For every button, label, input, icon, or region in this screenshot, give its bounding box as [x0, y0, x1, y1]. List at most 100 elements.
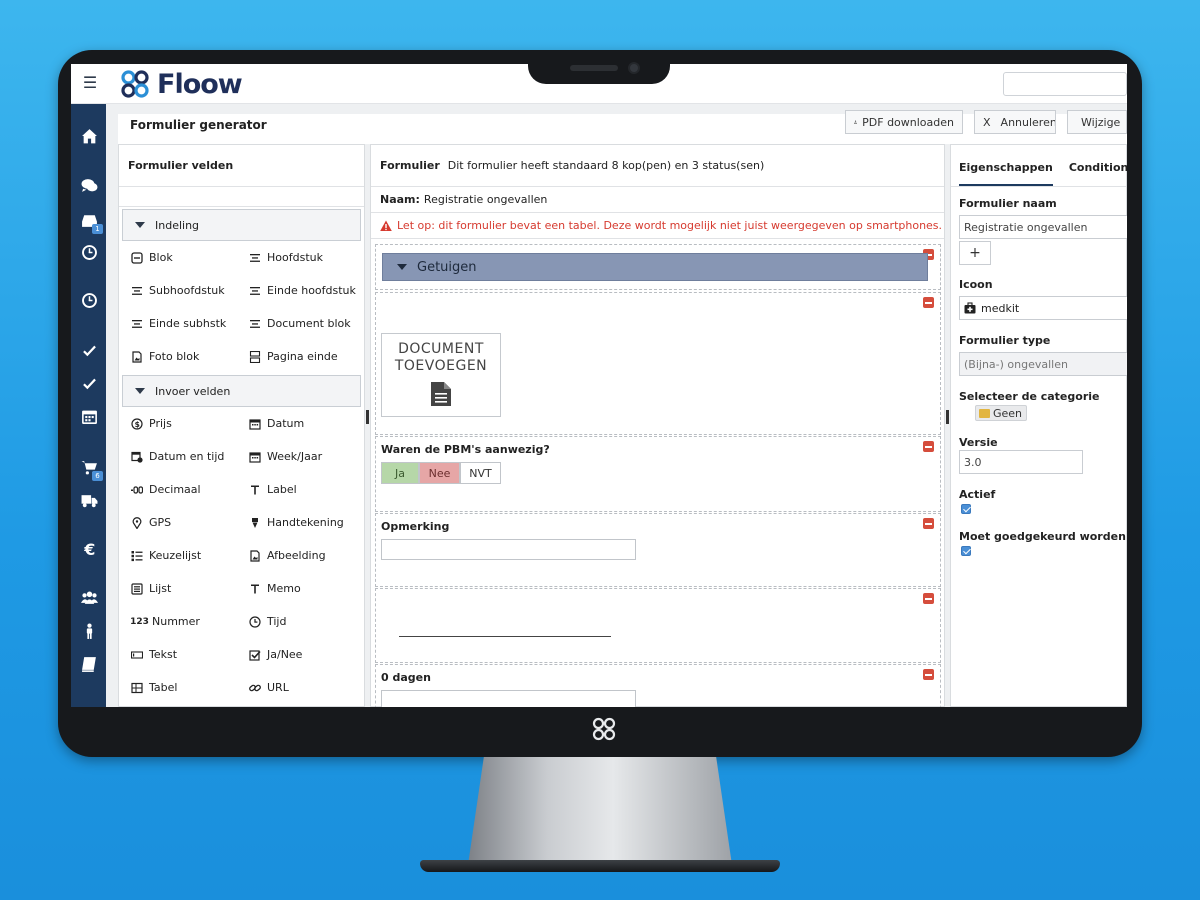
delete-block-icon[interactable] — [923, 441, 934, 452]
field-document-blok[interactable]: Document blok — [249, 307, 367, 340]
euro-icon[interactable]: € — [77, 536, 101, 560]
delete-block-icon[interactable] — [923, 518, 934, 529]
align-icon — [131, 318, 143, 330]
edit-label: Wijzige — [1081, 115, 1121, 129]
bezel-logo-icon — [592, 717, 616, 741]
field-foto-blok[interactable]: Foto blok — [131, 340, 249, 373]
field-url[interactable]: URL — [249, 671, 367, 704]
add-document-button[interactable]: DOCUMENT TOEVOEGEN — [381, 333, 501, 417]
clock-icon[interactable] — [77, 288, 101, 312]
pdf-download-button[interactable]: PDF downloaden — [845, 110, 963, 134]
top-search-input[interactable] — [1003, 72, 1127, 96]
field-lijst[interactable]: Lijst — [131, 572, 249, 605]
brand-logo[interactable]: Floow — [119, 68, 243, 100]
option-ja[interactable]: Ja — [381, 462, 419, 484]
field-prijs[interactable]: $ Prijs — [131, 407, 249, 440]
fields-search[interactable] — [119, 187, 364, 207]
yes-no-block[interactable]: Waren de PBM's aanwezig? Ja Nee NVT — [375, 436, 941, 512]
field-gps[interactable]: GPS — [131, 506, 249, 539]
field-tijd[interactable]: Tijd — [249, 605, 367, 638]
days-block[interactable]: 0 dagen — [375, 664, 941, 707]
field-label: GPS — [149, 516, 172, 529]
delete-block-icon[interactable] — [923, 669, 934, 680]
field-tekst[interactable]: Tekst — [131, 638, 249, 671]
form-name-input[interactable]: Registratie ongevallen — [959, 215, 1127, 239]
add-document-label-2: TOEVOEGEN — [394, 358, 488, 374]
form-name-value: Registratie ongevallen — [423, 193, 548, 206]
cart-icon[interactable]: 6 — [77, 455, 103, 481]
check-double-icon[interactable] — [77, 372, 101, 396]
home-icon[interactable] — [77, 124, 101, 148]
field-ja-nee[interactable]: Ja/Nee — [249, 638, 367, 671]
field-handtekening[interactable]: Handtekening — [249, 506, 367, 539]
field-blok[interactable]: Blok — [131, 241, 249, 274]
active-checkbox[interactable] — [961, 504, 971, 514]
edit-button[interactable]: Wijzige — [1067, 110, 1127, 134]
inbox-icon[interactable]: 1 — [77, 208, 103, 234]
field-afbeelding[interactable]: Afbeelding — [249, 539, 367, 572]
add-language-button[interactable]: + — [959, 241, 991, 265]
category-button[interactable]: Geen — [975, 405, 1028, 421]
book-icon[interactable] — [77, 652, 101, 676]
field-keuzelijst[interactable]: Keuzelijst — [131, 539, 249, 572]
delete-block-icon[interactable] — [923, 593, 934, 604]
field-tabel[interactable]: Tabel — [131, 671, 249, 704]
splitter-left[interactable] — [366, 410, 369, 424]
field-label: Datum en tijd — [149, 450, 225, 463]
tab-conditionele[interactable]: Conditionele — [1069, 161, 1127, 186]
field-einde-hoofdstuk[interactable]: Einde hoofdstuk — [249, 274, 367, 307]
option-nvt[interactable]: NVT — [460, 462, 501, 484]
hamburger-menu-icon[interactable]: ☰ — [81, 74, 99, 92]
svg-text:€: € — [83, 540, 95, 557]
field-einde-subhstk[interactable]: Einde subhstk — [131, 307, 249, 340]
field-week-jaar[interactable]: Week/Jaar — [249, 440, 367, 473]
field-datum-en-tijd[interactable]: Datum en tijd — [131, 440, 249, 473]
field-pagina-einde[interactable]: Pagina einde — [249, 340, 367, 373]
version-input[interactable]: 3.0 — [959, 450, 1083, 474]
delete-block-icon[interactable] — [923, 297, 934, 308]
icon-select[interactable]: medkit — [959, 296, 1127, 320]
field-label: Einde subhstk — [149, 317, 227, 330]
section-block-getuigen[interactable]: Getuigen — [375, 244, 941, 290]
field-label[interactable]: Label — [249, 473, 367, 506]
check-square-icon — [249, 649, 261, 661]
signature-block[interactable] — [375, 588, 941, 663]
properties-panel: Eigenschappen Conditionele Formulier naa… — [950, 144, 1127, 707]
chat-icon[interactable] — [77, 173, 101, 197]
form-type-select[interactable]: (Bijna-) ongevallen — [959, 352, 1127, 376]
number-icon: 123 — [130, 616, 149, 627]
pbm-question-label: Waren de PBM's aanwezig? — [381, 443, 550, 456]
truck-icon[interactable] — [77, 488, 101, 512]
field-subhoofdstuk[interactable]: Subhoofdstuk — [131, 274, 249, 307]
calendar-icon[interactable] — [77, 404, 101, 428]
field-memo[interactable]: Memo — [249, 572, 367, 605]
cancel-button[interactable]: X Annuleren — [974, 110, 1056, 134]
brand-name: Floow — [157, 68, 243, 100]
field-label: Lijst — [149, 582, 172, 595]
field-label: Datum — [267, 417, 305, 430]
field-datum[interactable]: Datum — [249, 407, 367, 440]
option-nee[interactable]: Nee — [419, 462, 460, 484]
form-name-input-value: Registratie ongevallen — [964, 220, 1088, 234]
users-icon[interactable] — [77, 585, 101, 609]
tab-eigenschappen[interactable]: Eigenschappen — [959, 161, 1053, 186]
group-invoer-velden[interactable]: Invoer velden — [122, 375, 361, 407]
remark-block[interactable]: Opmerking — [375, 513, 941, 587]
group-indeling[interactable]: Indeling — [122, 209, 361, 241]
history-icon[interactable] — [77, 240, 101, 264]
days-input[interactable] — [381, 690, 636, 707]
splitter-right[interactable] — [946, 410, 949, 424]
folder-icon — [979, 408, 990, 418]
remark-input[interactable] — [381, 539, 636, 560]
person-icon[interactable] — [77, 619, 101, 643]
field-label: Prijs — [149, 417, 172, 430]
monitor-stand — [468, 757, 732, 865]
field-nummer[interactable]: 123 Nummer — [130, 605, 249, 638]
check-icon[interactable] — [77, 339, 101, 363]
screen: ☰ Floow 1 6 € Formulier generator PDF do… — [71, 64, 1127, 707]
field-decimaal[interactable]: Decimaal — [131, 473, 249, 506]
field-hoofdstuk[interactable]: Hoofdstuk — [249, 241, 367, 274]
document-block[interactable]: DOCUMENT TOEVOEGEN — [375, 292, 941, 435]
section-getuigen[interactable]: Getuigen — [382, 253, 928, 281]
approval-checkbox[interactable] — [961, 546, 971, 556]
